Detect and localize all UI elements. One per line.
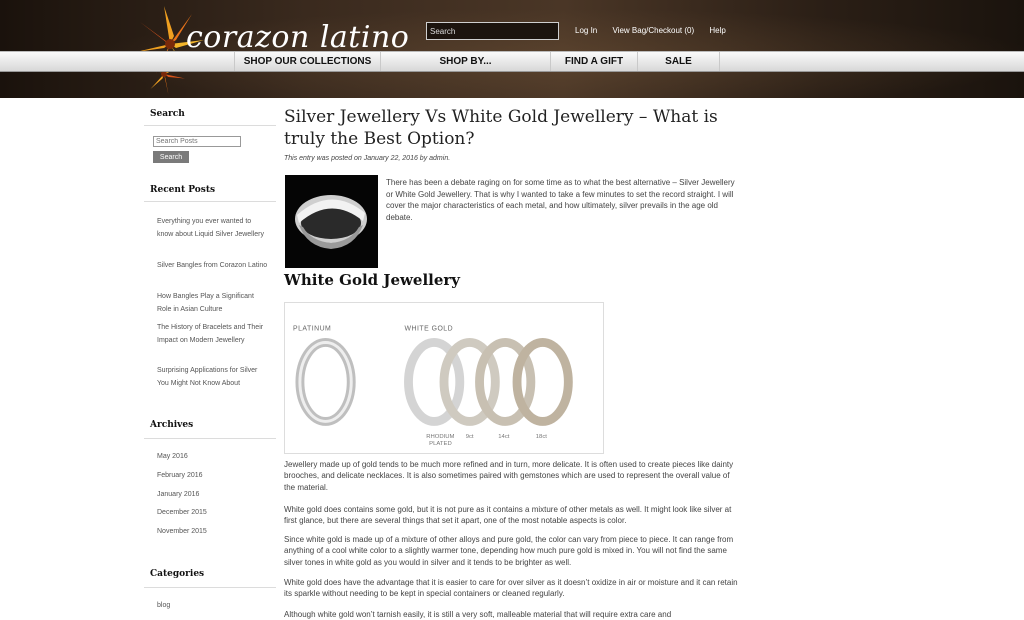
figure-label-14ct: 14ct (498, 434, 510, 440)
post-paragraph: White gold does contains some gold, but … (284, 505, 732, 526)
login-link[interactable]: Log In (575, 26, 597, 35)
post-paragraph: Jewellery made up of gold tends to be mu… (284, 460, 734, 492)
post-title: Silver Jewellery Vs White Gold Jewellery… (284, 107, 718, 149)
figure-label-18ct: 18ct (536, 434, 548, 440)
header-search-input[interactable] (426, 22, 559, 40)
divider (144, 438, 276, 439)
header-links: Log In View Bag/Checkout (0) Help (575, 26, 739, 35)
figure-label-white-gold: WHITE GOLD (405, 326, 454, 333)
view-bag-link[interactable]: View Bag/Checkout (0) (612, 26, 694, 35)
archives-heading: Archives (150, 420, 194, 430)
divider (144, 587, 276, 588)
archive-link[interactable]: December 2015 (157, 507, 269, 520)
recent-post-link[interactable]: Surprising Applications for Silver You M… (157, 365, 269, 390)
rings-comparison-image: PLATINUM WHITE GOLD RHODIUM PLATED 9ct 1… (284, 302, 604, 454)
post-paragraph: White gold does have the advantage that … (284, 578, 738, 599)
archive-link[interactable]: November 2015 (157, 526, 269, 539)
divider (144, 201, 276, 202)
recent-post-link[interactable]: Silver Bangles from Corazon Latino (157, 260, 269, 273)
section-heading: White Gold Jewellery (284, 271, 461, 289)
sidebar-search-input[interactable] (153, 136, 241, 147)
logo-text[interactable]: corazon latino (186, 20, 409, 55)
nav-sale[interactable]: SALE (637, 52, 720, 71)
silver-cuff-image (285, 175, 378, 268)
figure-label-9ct: 9ct (466, 434, 474, 440)
recent-posts-heading: Recent Posts (150, 185, 216, 195)
figure-label-plated: PLATED (429, 441, 452, 447)
recent-post-link[interactable]: How Bangles Play a Significant Role in A… (157, 291, 269, 316)
help-link[interactable]: Help (709, 26, 725, 35)
sidebar-search-heading: Search (150, 109, 185, 119)
nav-shop-by[interactable]: SHOP BY... (380, 52, 550, 71)
site-header: corazon latino Log In View Bag/Checkout … (0, 0, 1024, 98)
recent-post-link[interactable]: The History of Bracelets and Their Impac… (157, 322, 269, 347)
post-intro: There has been a debate raging on for so… (386, 178, 735, 222)
recent-post-link[interactable]: Everything you ever wanted to know about… (157, 216, 269, 241)
categories-heading: Categories (150, 569, 205, 579)
post-paragraph: Although white gold won’t tarnish easily… (284, 610, 672, 619)
post-paragraph: Since white gold is made up of a mixture… (284, 535, 734, 567)
post-meta: This entry was posted on January 22, 201… (284, 155, 451, 162)
nav-shop-collections[interactable]: SHOP OUR COLLECTIONS (234, 52, 380, 71)
archive-link[interactable]: May 2016 (157, 451, 269, 464)
archive-link[interactable]: January 2016 (157, 489, 269, 502)
divider (144, 125, 276, 126)
sidebar-search-button[interactable]: Search (153, 151, 189, 163)
archive-link[interactable]: February 2016 (157, 470, 269, 483)
main-nav: SHOP OUR COLLECTIONS SHOP BY... FIND A G… (0, 51, 1024, 72)
category-link[interactable]: blog (157, 600, 269, 613)
nav-find-gift[interactable]: FIND A GIFT (550, 52, 637, 71)
figure-label-rhodium: RHODIUM (426, 434, 454, 440)
figure-label-platinum: PLATINUM (293, 326, 331, 333)
